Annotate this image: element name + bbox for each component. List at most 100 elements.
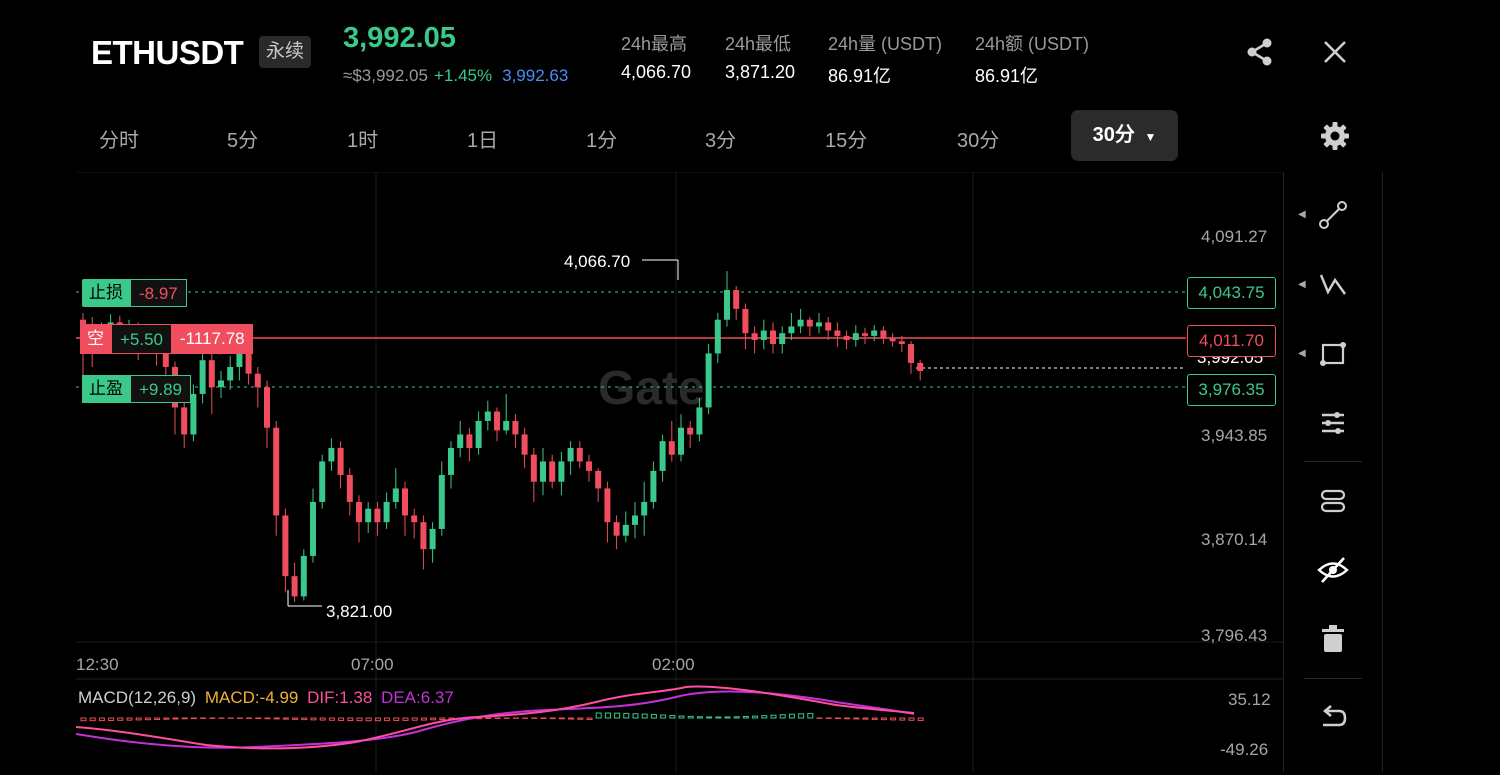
stat-value: 3,871.20 (725, 62, 796, 82)
candle-body (484, 411, 491, 421)
trend-line-icon[interactable] (1318, 200, 1348, 230)
undo-icon[interactable] (1318, 703, 1348, 731)
trash-icon[interactable] (1320, 624, 1346, 654)
expand-arrow-icon[interactable]: ◀ (1298, 348, 1306, 359)
caret-down-icon: ▼ (1144, 130, 1157, 144)
macd-bar (485, 717, 492, 720)
tab-30m[interactable]: 30分 (957, 124, 999, 153)
candle-body (199, 360, 206, 394)
expand-arrow-icon[interactable]: ◀ (1298, 209, 1306, 220)
candle-body (751, 333, 758, 340)
candle-body (668, 441, 675, 455)
take-profit-price-tag[interactable]: 3,976.35 (1187, 374, 1276, 406)
candle-body (264, 387, 270, 428)
tab-3m[interactable]: 3分 (705, 124, 736, 153)
macd-bar (761, 715, 768, 719)
zigzag-icon[interactable] (1318, 270, 1348, 300)
macd-bar (742, 716, 749, 719)
macd-bar (696, 716, 703, 719)
layers-icon[interactable] (1318, 486, 1348, 516)
macd-params: MACD(12,26,9) (78, 688, 197, 707)
candle-body (365, 508, 372, 523)
macd-bar (678, 715, 685, 719)
drawing-toolbar: ◀ ◀ ◀ (1283, 172, 1383, 772)
candle-body (273, 427, 280, 516)
macd-bar (632, 713, 639, 719)
candle-body (540, 461, 546, 482)
candle-body (208, 360, 215, 388)
change-percent: +1.45% (433, 66, 493, 85)
candle-body (816, 322, 822, 327)
candle-body (678, 427, 684, 455)
macd-bar (135, 717, 142, 721)
share-icon[interactable] (1244, 36, 1276, 68)
symbol-title[interactable]: ETHUSDT (91, 34, 244, 72)
macd-bar (890, 717, 897, 721)
tab-15m[interactable]: 15分 (825, 124, 867, 153)
y-tick-1: 4,091.27 (1201, 227, 1268, 246)
candle-body (613, 522, 620, 536)
macd-bar (779, 714, 786, 719)
candle-body (733, 290, 740, 309)
macd-bar (807, 712, 814, 719)
candle-body (466, 434, 473, 448)
macd-bar (614, 712, 621, 719)
approx-price: ≈$3,992.05 (343, 66, 428, 85)
price-chart[interactable]: Gate 4,066.70 3,821.00 (76, 172, 1283, 772)
macd-bar (264, 717, 271, 720)
candle-body (245, 353, 252, 374)
macd-bar (439, 717, 446, 721)
macd-bar (752, 715, 759, 719)
stop-loss-price-tag[interactable]: 4,043.75 (1187, 277, 1276, 309)
candle-body (218, 380, 224, 388)
low-marker-label: 3,821.00 (326, 602, 392, 621)
close-icon[interactable] (1322, 39, 1348, 65)
tab-1m[interactable]: 1分 (586, 124, 617, 153)
candle-body (889, 338, 896, 342)
candle-body (346, 474, 353, 502)
candle-body (871, 330, 878, 336)
tab-1h[interactable]: 1时 (347, 124, 378, 153)
macd-bar (853, 717, 860, 720)
position-price-tag[interactable]: 4,011.70 (1187, 325, 1276, 357)
macd-bar (549, 717, 556, 720)
expand-arrow-icon[interactable]: ◀ (1298, 279, 1306, 290)
stop-loss-order-tag[interactable]: 止损 -8.97 (82, 279, 187, 307)
tab-time-share[interactable]: 分时 (99, 124, 139, 153)
rectangle-icon[interactable] (1318, 339, 1348, 369)
macd-bar (338, 717, 345, 721)
take-profit-label: 止盈 (82, 375, 130, 403)
macd-bar (328, 717, 335, 721)
candle-body (898, 341, 905, 345)
macd-bar (834, 717, 841, 720)
tab-5m[interactable]: 5分 (227, 124, 258, 153)
candle-body (236, 353, 243, 367)
macd-legend: MACD(12,26,9) MACD:-4.99 DIF:1.38 DEA:6.… (78, 688, 454, 708)
mark-price: 3,992.63 (502, 66, 569, 85)
position-order-tag[interactable]: 空 +5.50 -1117.78 (80, 324, 253, 354)
stat-label: 24h额 (USDT) (975, 34, 1090, 54)
macd-bar (356, 717, 363, 722)
macd-bar (420, 717, 427, 721)
candle-body (595, 470, 602, 489)
candle-body (586, 461, 592, 471)
macd-bar (724, 716, 731, 719)
eye-off-icon[interactable] (1316, 555, 1350, 585)
macd-bar (770, 714, 777, 719)
macd-bar (650, 714, 657, 719)
tab-1d[interactable]: 1日 (467, 124, 498, 153)
stat-24h-high: 24h最高 4,066.70 (621, 30, 691, 83)
candle-body (650, 470, 657, 502)
candle-body (806, 319, 813, 327)
macd-bar (577, 717, 584, 720)
sliders-icon[interactable] (1318, 408, 1348, 438)
stat-24h-low: 24h最低 3,871.20 (725, 30, 795, 83)
stat-value: 86.91亿 (828, 66, 892, 86)
active-interval-dropdown[interactable]: 30分 ▼ (1071, 110, 1178, 161)
take-profit-order-tag[interactable]: 止盈 +9.89 (82, 375, 192, 403)
candle-body (714, 319, 721, 354)
macd-bar (282, 717, 289, 720)
gear-icon[interactable] (1320, 121, 1350, 151)
macd-bar (108, 717, 115, 721)
x-tick-2: 07:00 (351, 655, 394, 674)
